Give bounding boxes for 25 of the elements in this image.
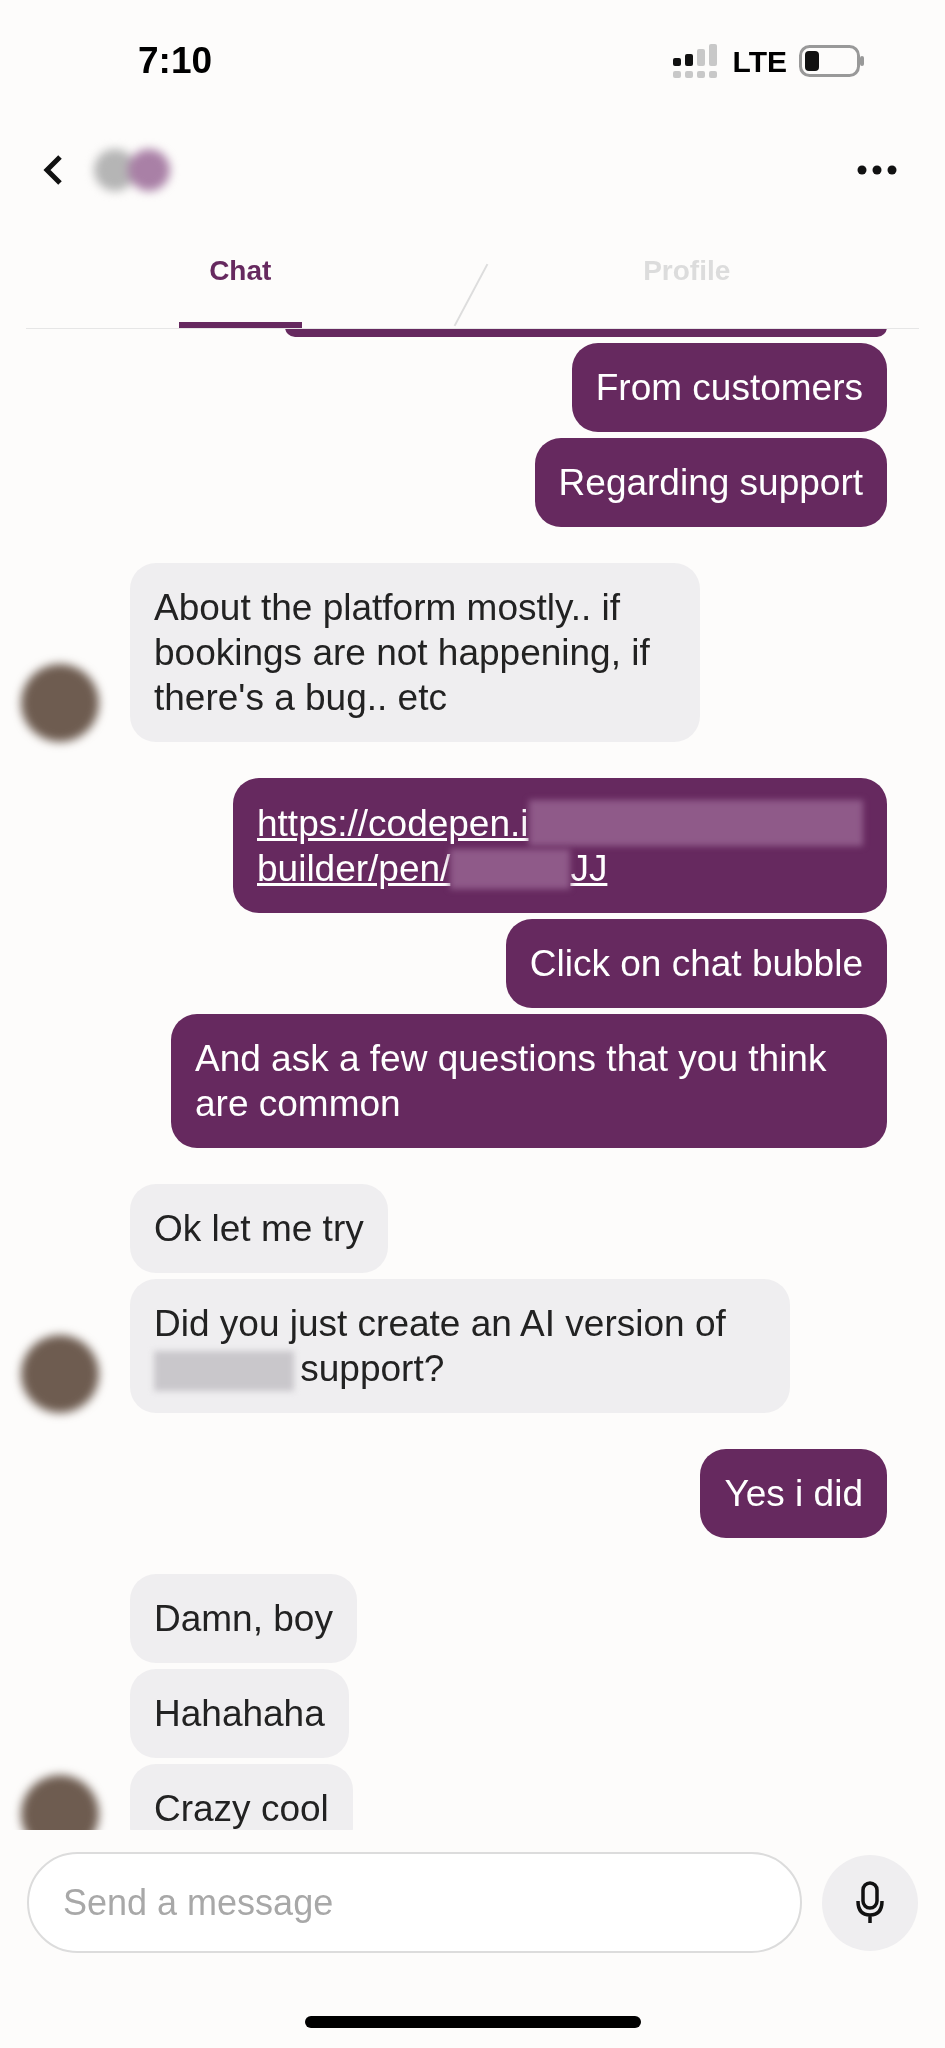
message-bubble: Yes i did [700, 1449, 887, 1539]
link[interactable]: builder/pen/ [257, 846, 451, 891]
message-bubble: From customers [571, 343, 887, 432]
status-time: 7:10 [138, 39, 213, 84]
message-bubble: Damn, boy [130, 1574, 357, 1664]
message-bubble: Hahahaha [130, 1669, 349, 1759]
link[interactable]: JJ [570, 846, 608, 891]
message-bubble: Click on chat bubble [505, 919, 887, 1008]
microphone-icon [855, 1880, 885, 1925]
message-bubble: Crazy cool [130, 1764, 353, 1830]
message-text: Did you just create an AI version of [154, 1303, 726, 1344]
message-bubble: About the platform mostly.. if bookings are not happening, if there's a bug.. etc [130, 563, 700, 742]
network-label: LTE [732, 43, 787, 80]
battery-icon [799, 45, 865, 77]
message-bubble: And ask a few questions that you think are common [171, 1014, 887, 1148]
message-text: support? [300, 1348, 445, 1389]
message-bubble: Regarding support [534, 438, 887, 527]
more-icon[interactable] [857, 165, 897, 175]
message-bubble: Ok let me try [130, 1184, 388, 1273]
back-icon[interactable] [42, 154, 64, 186]
avatar[interactable] [21, 1775, 99, 1830]
message-input[interactable]: Send a message [27, 1852, 802, 1953]
link[interactable]: https://codepen.i [257, 800, 529, 846]
avatar[interactable] [21, 664, 99, 742]
avatar[interactable] [21, 1335, 99, 1414]
